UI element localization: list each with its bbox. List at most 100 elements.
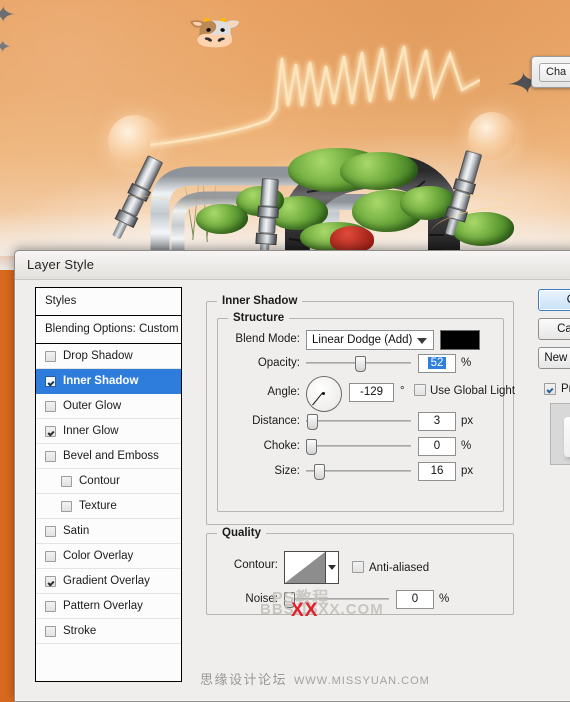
contour-dropdown-button[interactable] [326, 551, 339, 584]
contour-label: Contour: [233, 559, 278, 571]
size-unit: px [461, 465, 474, 477]
style-row-satin[interactable]: Satin [36, 519, 181, 544]
styles-list-header: Styles [36, 288, 181, 316]
preview-label: Preview [561, 383, 570, 395]
checkbox-drop-shadow[interactable] [45, 350, 56, 362]
size-input[interactable]: 16 [418, 462, 456, 481]
bird-icon: ✦ [0, 4, 17, 26]
choke-slider[interactable] [306, 439, 411, 455]
noise-unit: % [439, 593, 450, 605]
opacity-input[interactable]: 52 [418, 354, 456, 373]
style-label: Contour [79, 475, 120, 487]
checkbox-contour[interactable] [61, 475, 72, 487]
channels-tab-label[interactable]: Cha [539, 63, 570, 82]
checkbox-stroke[interactable] [45, 625, 56, 637]
style-row-texture[interactable]: Texture [36, 494, 181, 519]
styles-list[interactable]: Styles Blending Options: Custom Drop Sha… [35, 287, 182, 682]
blend-mode-label: Blend Mode: [235, 333, 300, 345]
new-style-button[interactable]: New Style... [538, 347, 570, 369]
angle-center-dot [322, 392, 325, 395]
preview-toggle[interactable]: Preview [544, 383, 570, 395]
blend-color-swatch[interactable] [440, 330, 480, 350]
slider-track [284, 598, 389, 600]
style-label: Stroke [63, 625, 97, 637]
chevron-down-icon [417, 338, 427, 344]
bird-icon: ✦ [0, 40, 13, 56]
style-row-stroke[interactable]: Stroke [36, 619, 181, 644]
choke-label: Choke: [263, 440, 300, 452]
angle-unit: ° [400, 385, 405, 397]
checkbox-bevel-and-emboss[interactable] [45, 450, 56, 462]
checkbox-inner-glow[interactable] [45, 425, 56, 437]
opacity-value: 52 [427, 357, 447, 369]
noise-slider[interactable] [284, 592, 389, 608]
opacity-unit: % [461, 357, 472, 369]
slider-thumb[interactable] [284, 592, 295, 608]
opacity-slider[interactable] [306, 356, 411, 372]
style-label: Satin [63, 525, 90, 537]
inner-shadow-group: Inner Shadow Structure Blend Mode: Linea… [206, 295, 515, 525]
contour-preview[interactable] [284, 551, 326, 584]
anti-aliased-label: Anti-aliased [369, 562, 430, 574]
inner-shadow-settings: Inner Shadow Structure Blend Mode: Linea… [196, 287, 516, 682]
slider-thumb[interactable] [314, 464, 325, 480]
checkbox-pattern-overlay[interactable] [45, 600, 56, 612]
checkbox-gradient-overlay[interactable] [45, 575, 56, 587]
style-row-color-overlay[interactable]: Color Overlay [36, 544, 181, 569]
style-row-gradient-overlay[interactable]: Gradient Overlay [36, 569, 181, 594]
preview-shape [564, 417, 570, 457]
checkbox-color-overlay[interactable] [45, 550, 56, 562]
style-row-pattern-overlay[interactable]: Pattern Overlay [36, 594, 181, 619]
cancel-button[interactable]: Cancel [538, 318, 570, 340]
angle-input[interactable]: -129 [349, 383, 394, 402]
style-row-drop-shadow[interactable]: Drop Shadow [36, 344, 181, 369]
use-global-light-label: Use Global Light [430, 385, 516, 397]
slider-thumb[interactable] [306, 439, 317, 455]
dialog-titlebar[interactable]: Layer Style [15, 251, 570, 280]
style-row-outer-glow[interactable]: Outer Glow [36, 394, 181, 419]
style-row-contour[interactable]: Contour [36, 469, 181, 494]
slider-track [306, 420, 411, 422]
dialog-title: Layer Style [27, 257, 95, 272]
anti-aliased-checkbox[interactable] [352, 561, 364, 573]
layer-style-dialog: Layer Style Styles Blending Options: Cus… [14, 250, 570, 702]
inner-shadow-group-title: Inner Shadow [217, 295, 303, 307]
blend-mode-select[interactable]: Linear Dodge (Add) [306, 330, 434, 350]
angle-dial[interactable] [306, 376, 342, 412]
style-label: Pattern Overlay [63, 600, 143, 612]
blend-mode-value: Linear Dodge (Add) [312, 334, 413, 346]
slider-thumb[interactable] [355, 356, 366, 372]
style-row-inner-glow[interactable]: Inner Glow [36, 419, 181, 444]
use-global-light-checkbox[interactable] [414, 384, 426, 396]
style-label: Color Overlay [63, 550, 134, 562]
style-label: Inner Shadow [63, 375, 139, 387]
ok-button[interactable]: OK [538, 289, 570, 311]
distance-unit: px [461, 415, 474, 427]
distance-input[interactable]: 3 [418, 412, 456, 431]
choke-unit: % [461, 440, 472, 452]
noise-input[interactable]: 0 [396, 590, 434, 609]
distance-slider[interactable] [306, 414, 411, 430]
size-label: Size: [274, 465, 300, 477]
style-label: Drop Shadow [63, 350, 133, 362]
choke-input[interactable]: 0 [418, 437, 456, 456]
blending-options-row[interactable]: Blending Options: Custom [36, 316, 181, 344]
opacity-label: Opacity: [257, 357, 300, 369]
style-row-inner-shadow[interactable]: Inner Shadow [36, 369, 181, 394]
style-row-bevel-and-emboss[interactable]: Bevel and Emboss [36, 444, 181, 469]
size-slider[interactable] [306, 464, 411, 480]
quality-group-title: Quality [217, 527, 266, 539]
noise-label: Noise: [245, 593, 278, 605]
checkbox-texture[interactable] [61, 500, 72, 512]
distance-label: Distance: [252, 415, 300, 427]
checkbox-outer-glow[interactable] [45, 400, 56, 412]
checkbox-satin[interactable] [45, 525, 56, 537]
neon-waveform [150, 40, 480, 150]
style-label: Gradient Overlay [63, 575, 150, 587]
preview-checkbox[interactable] [544, 383, 556, 395]
style-label: Inner Glow [63, 425, 119, 437]
checkbox-inner-shadow[interactable] [45, 375, 56, 387]
style-preview-thumbnail [550, 403, 570, 465]
slider-thumb[interactable] [307, 414, 318, 430]
channels-panel-tab[interactable]: Cha [531, 56, 570, 88]
